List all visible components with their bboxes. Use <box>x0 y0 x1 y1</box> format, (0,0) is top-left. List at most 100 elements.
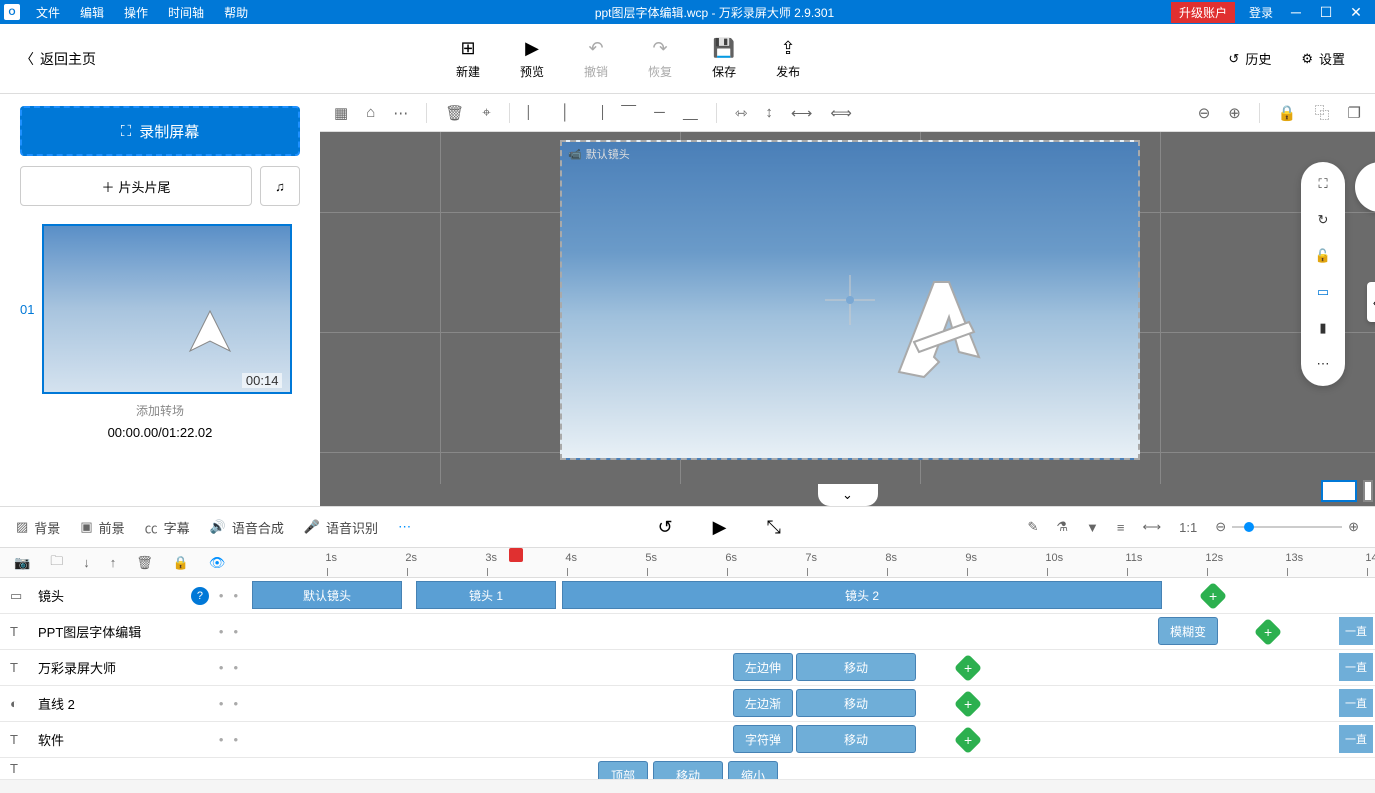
align-center-icon[interactable]: │ <box>561 104 570 121</box>
menu-file[interactable]: 文件 <box>26 4 70 21</box>
more-icon[interactable]: ⋯ <box>1317 356 1330 372</box>
clip-keep[interactable]: 一直 <box>1339 617 1373 645</box>
filter-icon[interactable]: ⚗ <box>1056 519 1068 535</box>
fullscreen-icon[interactable]: ⛶ <box>1318 176 1327 192</box>
clip-effect-move[interactable]: 移动 <box>796 689 916 717</box>
arrow-up-icon[interactable]: ↑ <box>110 555 117 570</box>
clip-effect-left-fade[interactable]: 左边渐 <box>733 689 793 717</box>
one-to-one-icon[interactable]: 1:1 <box>1179 520 1197 535</box>
ratio-portrait[interactable] <box>1363 480 1373 502</box>
spacing-h-icon[interactable]: ⟷ <box>791 104 813 122</box>
tab-asr[interactable]: 🎤语音识别 <box>304 518 378 537</box>
minimize-button[interactable]: ─ <box>1281 4 1311 20</box>
zoom-slider[interactable]: ⊖ ⊕ <box>1215 519 1359 535</box>
focus-icon[interactable]: ⌖ <box>482 104 490 121</box>
clip-effect-shrink[interactable]: 缩小 <box>728 761 778 780</box>
add-transition-link[interactable]: 添加转场 <box>20 402 300 419</box>
publish-button[interactable]: ⇪发布 <box>776 38 800 80</box>
track-menu[interactable]: • <box>233 732 238 747</box>
clip-effect-left-stretch[interactable]: 左边伸 <box>733 653 793 681</box>
play-button[interactable]: ▶ <box>713 517 727 538</box>
track-menu[interactable]: • <box>233 588 238 603</box>
undo-button[interactable]: ↶撤销 <box>584 38 608 80</box>
tab-background[interactable]: ▨背景 <box>16 518 60 537</box>
clip-effect-blur[interactable]: 模糊变 <box>1158 617 1218 645</box>
track-lane[interactable]: 顶部 移动 缩小 <box>248 758 1375 779</box>
playhead[interactable] <box>509 548 523 562</box>
mobile-icon[interactable]: ▮ <box>1319 320 1326 336</box>
track-lane[interactable]: 左边渐 移动 + 一直 <box>248 686 1375 721</box>
collapse-canvas-button[interactable]: ⌄ <box>818 484 878 506</box>
back-button[interactable]: 〈 返回主页 <box>0 49 116 69</box>
clip-effect-move[interactable]: 移动 <box>796 725 916 753</box>
funnel-icon[interactable]: ▼ <box>1086 520 1099 535</box>
tab-subtitle[interactable]: ㏄字幕 <box>145 518 190 537</box>
camera-icon[interactable]: 📷 <box>14 555 30 571</box>
track-menu[interactable]: • <box>219 696 224 711</box>
login-button[interactable]: 登录 <box>1241 4 1281 21</box>
edit-icon[interactable]: ✎ <box>1027 519 1038 535</box>
track-menu[interactable]: • <box>233 660 238 675</box>
history-button[interactable]: ↺历史 <box>1228 49 1271 68</box>
add-clip-button[interactable]: + <box>954 690 982 718</box>
track-menu[interactable]: • <box>233 696 238 711</box>
fullscreen-play-button[interactable]: ⤡ <box>767 517 781 538</box>
track-menu[interactable]: • <box>219 732 224 747</box>
close-button[interactable]: ✕ <box>1341 4 1371 21</box>
align-left-icon[interactable]: ⎸ <box>528 104 543 121</box>
circle-plus-icon[interactable]: ⊕ <box>1348 519 1359 535</box>
align-right-icon[interactable]: ⎹ <box>588 104 603 121</box>
distribute-h-icon[interactable]: ⇿ <box>735 104 748 122</box>
clip-effect-move[interactable]: 移动 <box>653 761 723 780</box>
track-menu[interactable]: • <box>219 624 224 639</box>
clip-camera-2[interactable]: 镜头 2 <box>562 581 1162 609</box>
desktop-icon[interactable]: ▭ <box>1317 284 1329 300</box>
circle-minus-icon[interactable]: ⊖ <box>1215 519 1226 535</box>
rotate-icon[interactable]: ↻ <box>1318 212 1329 228</box>
intro-outro-button[interactable]: ＋片头片尾 <box>20 166 252 206</box>
zoom-in-icon[interactable]: ⊕ <box>1228 104 1241 122</box>
shapes-icon[interactable]: ▦ <box>334 104 348 122</box>
clip-camera-1[interactable]: 镜头 1 <box>416 581 556 609</box>
canvas-content[interactable]: 📹默认镜头 ⛶ ↻ 🔓 ▭ ▮ ⋯ ♪ ‹ ⌄ <box>320 132 1375 506</box>
lock-icon[interactable]: 🔒 <box>173 555 189 571</box>
copy-icon[interactable]: ⿻ <box>1315 102 1330 123</box>
trash-icon[interactable]: 🗑 <box>445 104 464 122</box>
track-lane[interactable]: 默认镜头 镜头 1 镜头 2 + <box>248 578 1375 613</box>
eye-icon[interactable]: 👁 <box>209 555 226 571</box>
add-clip-button[interactable]: + <box>954 726 982 754</box>
music-button[interactable]: ♫ <box>260 166 300 206</box>
new-button[interactable]: ⊞新建 <box>456 38 480 80</box>
clip-effect-char-pop[interactable]: 字符弹 <box>733 725 793 753</box>
add-clip-button[interactable]: + <box>1254 618 1282 646</box>
align-bottom-icon[interactable]: ⎽ <box>683 104 698 121</box>
trash-icon[interactable]: 🗑 <box>136 555 153 571</box>
help-icon[interactable]: ? <box>191 587 209 605</box>
add-folder-icon[interactable]: 🗀 <box>50 552 63 574</box>
fit-icon[interactable]: ⟷ <box>1142 519 1161 535</box>
record-screen-button[interactable]: ⛶ 录制屏幕 <box>20 106 300 156</box>
clip-keep[interactable]: 一直 <box>1339 725 1373 753</box>
arrow-down-icon[interactable]: ↓ <box>83 555 90 570</box>
lock-icon[interactable]: 🔒 <box>1278 104 1297 122</box>
clip-effect-move[interactable]: 移动 <box>796 653 916 681</box>
slider-thumb[interactable] <box>1244 522 1254 532</box>
tab-more[interactable]: ⋯ <box>398 519 411 535</box>
settings-button[interactable]: ⚙设置 <box>1301 49 1345 68</box>
align-top-icon[interactable]: ⎺ <box>621 104 636 121</box>
clip-effect-top[interactable]: 顶部 <box>598 761 648 780</box>
timeline-ruler[interactable]: 1s2s3s4s5s6s7s8s9s10s11s12s13s14s <box>255 548 1361 578</box>
upgrade-button[interactable]: 升级账户 <box>1171 2 1235 23</box>
track-menu[interactable]: • <box>219 588 224 603</box>
track-menu[interactable]: • <box>233 624 238 639</box>
tab-tts[interactable]: 🔊语音合成 <box>210 518 284 537</box>
preview-button[interactable]: ▶预览 <box>520 38 544 80</box>
track-menu[interactable]: • <box>219 660 224 675</box>
spacing-v-icon[interactable]: ⟺ <box>830 104 852 122</box>
settings-icon[interactable]: ≡ <box>1117 520 1125 535</box>
video-frame[interactable]: 📹默认镜头 <box>560 140 1140 460</box>
tab-foreground[interactable]: ▣前景 <box>80 518 124 537</box>
redo-button[interactable]: ↷恢复 <box>648 38 672 80</box>
track-lane[interactable]: 字符弹 移动 + 一直 <box>248 722 1375 757</box>
track-lane[interactable]: 模糊变 + 一直 <box>248 614 1375 649</box>
